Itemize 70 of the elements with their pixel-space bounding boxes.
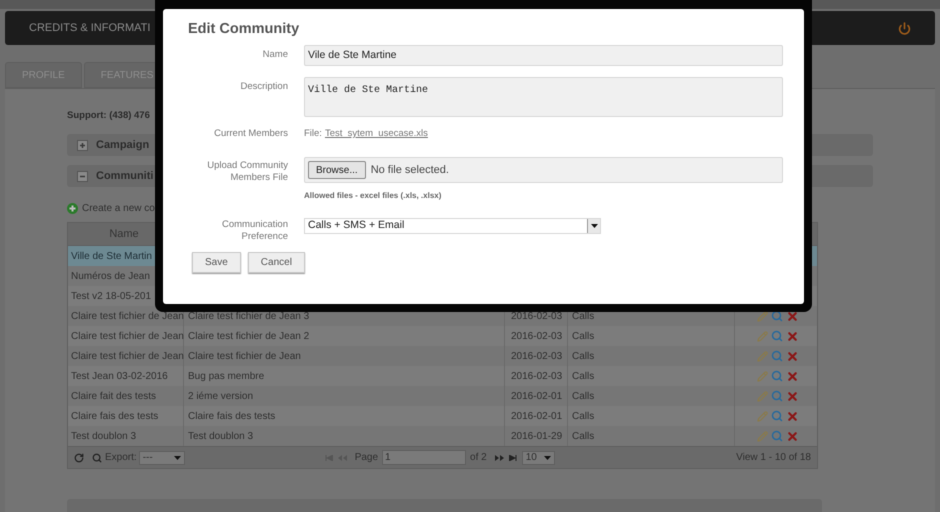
add-icon [67,203,78,214]
section-title: Campaign [96,138,150,153]
last-page-icon[interactable] [508,454,517,460]
table-cell-text: 2 iéme version [188,390,254,404]
no-file-text: No file selected. [370,163,449,178]
table-cell-text: Calls [572,430,594,444]
table-cell-text: Calls [572,370,594,384]
table-cell-text: 2016-02-03 [511,310,562,324]
delete-icon[interactable] [786,350,799,362]
table-cell-text: Calls [572,310,594,324]
table-cell-text: 2016-02-01 [511,390,562,404]
delete-icon[interactable] [786,330,799,342]
delete-icon[interactable] [786,410,799,422]
section-title: Communiti [96,168,154,184]
table-cell-text: 2016-02-03 [511,330,562,344]
table-cell-text: Claire test fichier de Jean [188,350,301,364]
table-cell-text: Claire test fichier de Jean 2 [188,330,310,344]
file-prefix: File: [304,127,322,141]
preference-select[interactable]: Calls + SMS + Email [304,218,601,234]
page-size-select[interactable]: 10 [522,450,555,464]
table-cell-text: Claire test fichier de Jean 3 [188,310,310,324]
page-label: Page [354,451,378,465]
upload-field[interactable]: Browse... No file selected. [304,157,783,184]
export-select[interactable]: --- [138,450,185,464]
create-link[interactable]: Create a new co [82,201,155,216]
table-cell-text: Calls [572,390,594,404]
caret-icon [590,224,598,228]
power-icon[interactable] [898,22,911,34]
table-cell-text: 2016-02-03 [511,370,562,384]
field-label: Upload Community Members File [206,160,288,184]
table-cell-text: 2016-02-01 [511,410,562,424]
edit-icon[interactable] [757,310,768,322]
caret-icon [174,456,181,460]
delete-icon[interactable] [786,430,799,442]
table-cell-text: Calls [572,410,594,424]
delete-icon[interactable] [786,390,799,402]
dialog-title: Edit Community [188,20,300,39]
field-label: Name [262,48,288,62]
table-cell-text: Calls [572,330,594,344]
support-text: Support: (438) 476 [67,109,151,123]
delete-icon[interactable] [786,370,799,382]
table-cell-text: 2016-02-03 [511,350,562,364]
caret-icon [544,456,551,460]
field-label: Current Members [213,127,288,141]
table-cell-text: Test doublon 3 [188,430,254,444]
header-title: CREDITS & INFORMATI [29,20,150,36]
page-count: of 2 [470,451,487,465]
table-cell-text: Claire fais des tests [188,410,276,424]
delete-icon[interactable] [786,310,799,322]
page-input[interactable]: 1 [382,450,466,465]
field-label: Description [239,80,288,94]
file-link[interactable]: Test_sytem_usecase.xls [324,127,428,142]
field-label: Communication Preference [221,219,288,244]
table-cell-text: Bug pas membre [188,370,264,384]
plus-icon [77,140,88,150]
dialog-button[interactable]: Save [192,252,241,274]
allowed-files-note: Allowed files - excel files (.xls, .xlsx) [304,190,442,202]
table-cell-text: 2016-01-29 [511,430,562,444]
minus-icon [77,170,88,182]
refresh-icon[interactable] [74,452,84,462]
name-field[interactable]: Vile de Ste Martine [304,45,783,66]
dialog-button[interactable]: Cancel [248,252,305,274]
view-count: View 1 - 10 of 18 [736,451,811,465]
search-icon[interactable] [771,310,783,322]
table-cell-text: Calls [572,350,594,364]
next-page-icon[interactable] [494,454,504,460]
description-field[interactable]: Ville de Ste Martine [304,77,783,117]
export-label: Export: [105,451,137,465]
search-icon[interactable] [92,452,102,462]
browse-button[interactable]: Browse... [308,161,366,180]
